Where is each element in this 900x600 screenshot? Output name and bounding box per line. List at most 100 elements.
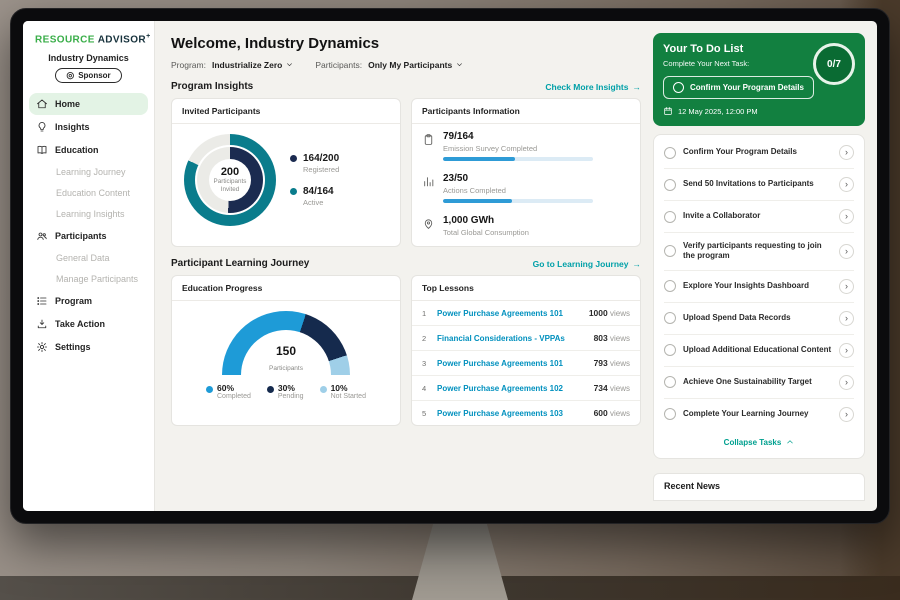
sidebar-item-take-action[interactable]: Take Action xyxy=(29,313,148,335)
progress-bar xyxy=(443,199,593,203)
task-row[interactable]: Complete Your Learning Journey › xyxy=(664,399,854,430)
task-checkbox[interactable] xyxy=(664,245,676,257)
info-card-title: Participants Information xyxy=(412,99,640,124)
task-checkbox xyxy=(673,82,684,93)
lesson-row[interactable]: 2 Financial Considerations - VPPAs 803 v… xyxy=(412,326,640,351)
sidebar-item-learning-journey[interactable]: Learning Journey xyxy=(29,162,148,182)
arrow-right-icon: → xyxy=(633,82,642,92)
legend-dot xyxy=(290,155,297,162)
target-icon: ◎ xyxy=(66,71,74,80)
gauge-legend-not-started: 10% Not Started xyxy=(320,384,366,400)
lesson-link[interactable]: Power Purchase Agreements 101 xyxy=(437,309,582,318)
calendar-icon xyxy=(663,106,673,116)
task-checkbox[interactable] xyxy=(664,312,676,324)
sidebar-item-settings[interactable]: Settings xyxy=(29,336,148,358)
download-icon xyxy=(36,318,48,330)
task-row[interactable]: Verify participants requesting to join t… xyxy=(664,233,854,271)
chevron-right-icon[interactable]: › xyxy=(839,311,854,326)
task-checkbox[interactable] xyxy=(664,344,676,356)
participants-information-card: Participants Information 79/164 Emission… xyxy=(411,98,641,247)
chevron-right-icon[interactable]: › xyxy=(839,177,854,192)
lesson-link[interactable]: Financial Considerations - VPPAs xyxy=(437,334,587,343)
lesson-link[interactable]: Power Purchase Agreements 103 xyxy=(437,409,587,418)
task-checkbox[interactable] xyxy=(664,376,676,388)
go-to-learning-journey-link[interactable]: Go to Learning Journey → xyxy=(533,259,641,269)
invited-donut-chart: 200 Participants Invited xyxy=(184,134,276,226)
top-lessons-title: Top Lessons xyxy=(412,276,640,301)
book-icon xyxy=(36,144,48,156)
lightbulb-icon xyxy=(36,121,48,133)
chevron-down-icon xyxy=(286,60,293,70)
task-row[interactable]: Explore Your Insights Dashboard › xyxy=(664,271,854,303)
lesson-row[interactable]: 3 Power Purchase Agreements 101 793 view… xyxy=(412,351,640,376)
sidebar-item-home[interactable]: Home xyxy=(29,93,148,115)
task-checkbox[interactable] xyxy=(664,179,676,191)
education-progress-card: Education Progress 150 Participants 60% xyxy=(171,275,401,426)
task-row[interactable]: Send 50 Invitations to Participants › xyxy=(664,169,854,201)
check-more-insights-link[interactable]: Check More Insights → xyxy=(545,82,641,92)
todo-next-task[interactable]: Confirm Your Program Details xyxy=(663,76,814,99)
chevron-right-icon[interactable]: › xyxy=(839,375,854,390)
task-row[interactable]: Upload Additional Educational Content › xyxy=(664,335,854,367)
sidebar-item-program[interactable]: Program xyxy=(29,290,148,312)
app-logo: RESOURCE ADVISOR+ xyxy=(23,31,154,51)
lesson-row[interactable]: 4 Power Purchase Agreements 102 734 view… xyxy=(412,376,640,401)
lesson-row[interactable]: 1 Power Purchase Agreements 101 1000 vie… xyxy=(412,301,640,326)
sidebar-item-education[interactable]: Education xyxy=(29,139,148,161)
sidebar-item-general-data[interactable]: General Data xyxy=(29,248,148,268)
participants-select[interactable]: Only My Participants xyxy=(368,60,463,70)
list-icon xyxy=(36,295,48,307)
task-checkbox[interactable] xyxy=(664,147,676,159)
task-checkbox[interactable] xyxy=(664,211,676,223)
task-row[interactable]: Invite a Collaborator › xyxy=(664,201,854,233)
filter-bar: Program: Industrialize Zero Participants… xyxy=(171,60,641,70)
sidebar-item-manage-participants[interactable]: Manage Participants xyxy=(29,269,148,289)
task-checkbox[interactable] xyxy=(664,280,676,292)
legend-item-registered: 164/200 Registered xyxy=(290,153,339,174)
sidebar-item-education-content[interactable]: Education Content xyxy=(29,183,148,203)
lesson-row[interactable]: 5 Power Purchase Agreements 103 600 view… xyxy=(412,401,640,425)
program-select[interactable]: Industrialize Zero xyxy=(212,60,293,70)
page-title: Welcome, Industry Dynamics xyxy=(171,35,641,52)
participants-filter-label: Participants: xyxy=(315,60,362,70)
sidebar-item-participants[interactable]: Participants xyxy=(29,225,148,247)
lesson-link[interactable]: Power Purchase Agreements 102 xyxy=(437,384,587,393)
task-list-card: Confirm Your Program Details › Send 50 I… xyxy=(653,134,865,459)
chevron-right-icon[interactable]: › xyxy=(839,145,854,160)
invited-donut-center: 200 Participants Invited xyxy=(209,159,251,201)
task-row[interactable]: Achieve One Sustainability Target › xyxy=(664,367,854,399)
invited-card-title: Invited Participants xyxy=(172,99,400,124)
sidebar-item-learning-insights[interactable]: Learning Insights xyxy=(29,204,148,224)
chevron-right-icon[interactable]: › xyxy=(839,244,854,259)
progress-bar xyxy=(443,157,593,161)
invited-participants-card: Invited Participants 200 Participants In… xyxy=(171,98,401,247)
task-checkbox[interactable] xyxy=(664,408,676,420)
chevron-up-icon xyxy=(786,438,794,446)
chevron-right-icon[interactable]: › xyxy=(839,407,854,422)
sponsor-badge[interactable]: ◎ Sponsor xyxy=(55,68,121,83)
task-row[interactable]: Confirm Your Program Details › xyxy=(664,137,854,169)
clipboard-icon xyxy=(422,133,435,146)
gauge-legend-completed: 60% Completed xyxy=(206,384,251,400)
lesson-link[interactable]: Power Purchase Agreements 101 xyxy=(437,359,587,368)
program-filter-label: Program: xyxy=(171,60,206,70)
sponsor-badge-label: Sponsor xyxy=(78,71,110,80)
legend-dot xyxy=(267,386,274,393)
legend-dot xyxy=(320,386,327,393)
sidebar-item-insights[interactable]: Insights xyxy=(29,116,148,138)
program-insights-title: Program Insights xyxy=(171,81,253,92)
arrow-right-icon: → xyxy=(633,259,642,269)
education-gauge-center: 150 Participants xyxy=(222,345,350,375)
people-icon xyxy=(36,230,48,242)
task-row[interactable]: Upload Spend Data Records › xyxy=(664,303,854,335)
chevron-right-icon[interactable]: › xyxy=(839,343,854,358)
chevron-right-icon[interactable]: › xyxy=(839,279,854,294)
stat-emission-survey: 79/164 Emission Survey Completed xyxy=(412,124,640,166)
screen: RESOURCE ADVISOR+ Industry Dynamics ◎ Sp… xyxy=(23,21,877,511)
sidebar: RESOURCE ADVISOR+ Industry Dynamics ◎ Sp… xyxy=(23,21,155,511)
bar-chart-icon xyxy=(422,175,435,188)
recent-news-header: Recent News xyxy=(653,473,865,501)
collapse-tasks-link[interactable]: Collapse Tasks xyxy=(664,430,854,456)
chevron-down-icon xyxy=(456,60,463,70)
chevron-right-icon[interactable]: › xyxy=(839,209,854,224)
